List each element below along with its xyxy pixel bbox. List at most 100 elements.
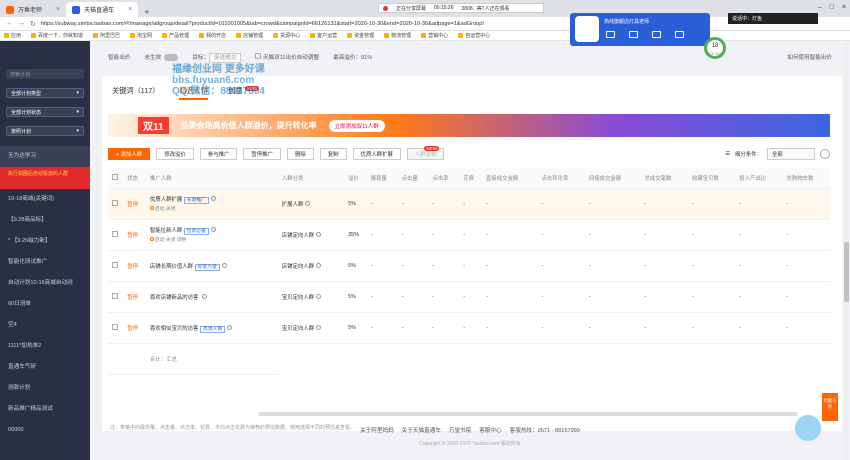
- bookmark-item[interactable]: 资金管理: [347, 32, 374, 39]
- column-header[interactable]: 间接成交金额: [584, 168, 641, 189]
- column-header[interactable]: 花费: [459, 168, 482, 189]
- table-row[interactable]: 暂停 喜欢相似宝贝的访客 高潜人群 宝贝定向人群 5% - - - - - - - - - - -: [108, 312, 830, 344]
- footer-link[interactable]: 关于阿里妈妈: [360, 426, 394, 434]
- calendar-icon[interactable]: [675, 31, 684, 38]
- scrollbar-thumb[interactable]: [844, 242, 849, 302]
- new-tab-button[interactable]: +: [138, 7, 155, 17]
- sidebar-campaign-item[interactable]: 60日测单: [0, 294, 90, 315]
- status-cell[interactable]: 暂停: [123, 281, 146, 313]
- window-icon[interactable]: [652, 31, 661, 38]
- url-input[interactable]: https://subway.simba.taobao.com/#!/manag…: [41, 21, 521, 27]
- column-header[interactable]: 人群分类: [277, 168, 345, 189]
- browser-tab-1[interactable]: 天猫直通车 ×: [66, 2, 139, 17]
- column-header[interactable]: 展现量: [366, 168, 398, 189]
- premium-cell[interactable]: 35%: [344, 219, 367, 251]
- footer-link[interactable]: 客服中心: [479, 426, 501, 434]
- table-row[interactable]: 暂停 喜欢店铺新品的访客 宝贝定向人群 5% - - - - - - - - - - -: [108, 281, 830, 313]
- maximize-icon[interactable]: □: [830, 4, 834, 11]
- column-header[interactable]: 收藏宝贝数: [687, 168, 736, 189]
- sidebar-campaign-item[interactable]: 10-18商城(关键词): [0, 189, 90, 210]
- reload-icon[interactable]: ↻: [30, 20, 36, 28]
- sidebar-campaign-item[interactable]: 执行如图后自动投放的人群: [0, 167, 90, 189]
- bookmark-item[interactable]: 客户运营: [310, 32, 337, 39]
- column-header[interactable]: 溢价: [344, 168, 367, 189]
- table-horizontal-scrollbar[interactable]: [258, 412, 798, 416]
- feature-guide-button[interactable]: 功能引导: [822, 393, 838, 421]
- help-icon[interactable]: [210, 227, 216, 232]
- close-tab-icon[interactable]: ×: [56, 6, 60, 13]
- sidebar-campaign-item[interactable]: 测款计划: [0, 378, 90, 399]
- bookmark-item[interactable]: 物流管理: [384, 32, 411, 39]
- help-icon[interactable]: [316, 231, 322, 237]
- forward-icon[interactable]: →: [18, 20, 25, 27]
- status-cell[interactable]: 暂停: [123, 188, 146, 220]
- row-checkbox[interactable]: [112, 230, 118, 237]
- help-icon[interactable]: [305, 200, 311, 206]
- help-icon[interactable]: [201, 293, 207, 299]
- sidebar-campaign-item[interactable]: 新品推广精品测试: [0, 399, 90, 420]
- sidebar-campaign-item[interactable]: 无为达学习: [0, 146, 90, 167]
- filter-select[interactable]: 全部: [767, 148, 815, 160]
- premium-cell[interactable]: 5%: [344, 312, 367, 344]
- toolbar-button[interactable]: 修改溢价: [156, 148, 194, 160]
- radio-icon[interactable]: [149, 237, 154, 241]
- help-icon[interactable]: [316, 293, 322, 299]
- plan-status-select[interactable]: 全部计划状态 ▾: [6, 107, 84, 117]
- help-icon[interactable]: [221, 262, 227, 268]
- table-row[interactable]: 暂停 店铺长期价值人群 好客力量 店铺定向人群 5% - - - - - - - - - - -: [108, 250, 830, 282]
- bookmark-item[interactable]: 阿里巴巴: [93, 32, 120, 39]
- footer-link[interactable]: 关于天猫直通车: [402, 426, 441, 434]
- close-tab-icon[interactable]: ×: [128, 6, 132, 13]
- premium-cell[interactable]: 5%: [344, 250, 367, 282]
- column-header[interactable]: 点击率: [428, 168, 460, 189]
- tab-keywords[interactable]: 关键词（117）: [112, 86, 159, 100]
- crowd-name[interactable]: 店铺长期价值人群: [150, 264, 193, 270]
- goal-select[interactable]: 促进成交: [208, 53, 242, 63]
- refresh-icon[interactable]: [606, 31, 615, 38]
- column-header[interactable]: 投入产出比: [735, 168, 783, 189]
- bookmark-item[interactable]: 我的开店: [199, 32, 226, 39]
- toolbar-button[interactable]: 优质人群扩展: [352, 148, 401, 160]
- mascot-icon[interactable]: [795, 415, 821, 441]
- radio-icon[interactable]: [149, 206, 154, 210]
- mail-icon[interactable]: [629, 31, 638, 38]
- back-icon[interactable]: ←: [6, 20, 13, 27]
- table-row[interactable]: 暂停 优质人群扩展 长期推广 启动 关闭 扩展人群 5% - - - - - - - - - - -: [108, 188, 830, 220]
- toolbar-button[interactable]: 参与推广: [199, 148, 238, 160]
- status-cell[interactable]: 暂停: [123, 219, 146, 251]
- sidebar-campaign-item[interactable]: * 【9.26磁力新】: [0, 231, 90, 252]
- help-icon[interactable]: [227, 324, 233, 330]
- column-header[interactable]: 直接成交金额: [481, 168, 538, 189]
- toolbar-button[interactable]: 暂停推广: [243, 148, 281, 160]
- sidebar-campaign-item[interactable]: 【9.28商品标】: [0, 210, 90, 231]
- premium-cell[interactable]: 5%: [344, 281, 367, 313]
- bookmark-item[interactable]: 产品管理: [162, 32, 189, 39]
- row-checkbox[interactable]: [112, 199, 118, 206]
- bookmark-item[interactable]: 营销中心: [421, 32, 448, 39]
- row-checkbox[interactable]: [112, 292, 118, 299]
- help-icon[interactable]: [316, 324, 322, 330]
- crowd-name[interactable]: 喜欢店铺新品的访客: [150, 295, 199, 301]
- crowd-name[interactable]: 喜欢相似宝贝的访客: [150, 326, 199, 332]
- toolbar-button[interactable]: 删除: [286, 148, 314, 160]
- table-row[interactable]: 暂停 智能拉新人群 拉新必备 启动 关闭 调整 店铺定向人群 35% - - - - - - - - - -…: [108, 219, 830, 251]
- plan-type-select[interactable]: 全部计划类型 ▾: [6, 88, 84, 98]
- column-header[interactable]: 总购物车数: [782, 168, 830, 189]
- double11-checkbox[interactable]: [255, 53, 262, 59]
- campaign-search-input[interactable]: 搜索计划: [6, 69, 84, 79]
- premium-cell[interactable]: 5%: [344, 188, 367, 220]
- minimize-icon[interactable]: –: [818, 4, 822, 11]
- bookmark-item[interactable]: 淘宝网: [130, 32, 152, 39]
- row-checkbox[interactable]: [112, 323, 118, 330]
- crowd-name[interactable]: 智能拉新人群: [150, 228, 182, 234]
- toolbar-button[interactable]: 复制: [319, 148, 347, 160]
- bookmark-item[interactable]: 应用: [4, 32, 21, 39]
- sidebar-campaign-item[interactable]: 自动计划10-16商城自动测: [0, 273, 90, 294]
- column-header[interactable]: 推广人群: [145, 168, 278, 189]
- status-cell[interactable]: 暂停: [123, 312, 146, 344]
- footer-link[interactable]: 万堂书院: [449, 426, 471, 434]
- bookmark-item[interactable]: 货源中心: [273, 32, 300, 39]
- row-checkbox[interactable]: [112, 261, 118, 268]
- status-cell[interactable]: 暂停: [123, 250, 146, 282]
- sidebar-campaign-item[interactable]: 1111*加热单2: [0, 336, 90, 357]
